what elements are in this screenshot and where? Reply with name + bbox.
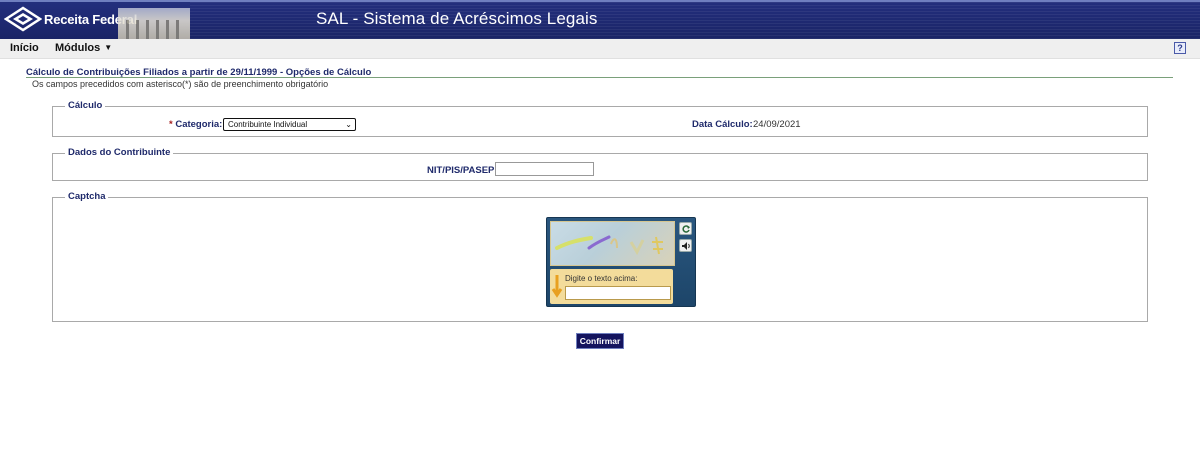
nit-label: NIT/PIS/PASEP: bbox=[427, 165, 498, 176]
dados-legend: Dados do Contribuinte bbox=[65, 147, 174, 158]
required-mark: * bbox=[169, 119, 173, 130]
app-title: SAL - Sistema de Acréscimos Legais bbox=[316, 9, 598, 28]
building-image bbox=[118, 8, 190, 39]
categoria-label: * Categoria: bbox=[169, 119, 222, 130]
captcha-hint: Digite o texto acima: bbox=[565, 274, 638, 283]
captcha-entry-panel: Digite o texto acima: bbox=[550, 269, 673, 304]
menu-item-modulos[interactable]: Módulos ▼ bbox=[55, 42, 112, 54]
categoria-select[interactable]: Contribuinte Individual ⌄ bbox=[223, 118, 356, 131]
calculo-legend: Cálculo bbox=[65, 100, 106, 111]
calculo-fieldset: Cálculo * Categoria: Contribuinte Indivi… bbox=[52, 100, 1148, 137]
speaker-icon bbox=[682, 242, 690, 250]
menu-item-label: Módulos bbox=[55, 42, 101, 54]
title-divider bbox=[26, 77, 1173, 78]
arrow-icon bbox=[551, 275, 563, 298]
refresh-icon bbox=[682, 225, 690, 233]
help-icon[interactable]: ? bbox=[1174, 42, 1186, 54]
nit-input[interactable] bbox=[495, 162, 594, 176]
menu-item-label: Início bbox=[10, 42, 39, 54]
menu-item-inicio[interactable]: Início bbox=[10, 42, 39, 54]
caret-down-icon: ▼ bbox=[104, 43, 113, 52]
confirm-button[interactable]: Confirmar bbox=[576, 333, 624, 349]
captcha-widget: Digite o texto acima: bbox=[546, 217, 696, 307]
captcha-glyphs bbox=[555, 235, 663, 256]
menu-bar: Início Módulos ▼ ? bbox=[0, 39, 1200, 59]
captcha-image bbox=[550, 221, 675, 266]
captcha-legend: Captcha bbox=[65, 191, 109, 202]
categoria-label-text: Categoria: bbox=[175, 119, 223, 130]
captcha-audio-button[interactable] bbox=[679, 239, 692, 252]
header-banner: Receita Federal SAL - Sistema de Acrésci… bbox=[0, 0, 1200, 39]
dados-contribuinte-fieldset: Dados do Contribuinte NIT/PIS/PASEP: bbox=[52, 147, 1148, 181]
page-subtitle: Os campos precedidos com asterisco(*) sã… bbox=[32, 79, 329, 89]
captcha-fieldset: Captcha Digite o texto acima: bbox=[52, 191, 1148, 322]
data-calculo-value: 24/09/2021 bbox=[753, 119, 801, 130]
data-calculo-label: Data Cálculo: bbox=[692, 119, 753, 130]
chevron-down-icon: ⌄ bbox=[345, 120, 352, 129]
captcha-input[interactable] bbox=[565, 286, 671, 300]
categoria-selected-value: Contribuinte Individual bbox=[228, 120, 308, 129]
receita-logo-icon bbox=[4, 6, 42, 32]
captcha-refresh-button[interactable] bbox=[679, 222, 692, 235]
